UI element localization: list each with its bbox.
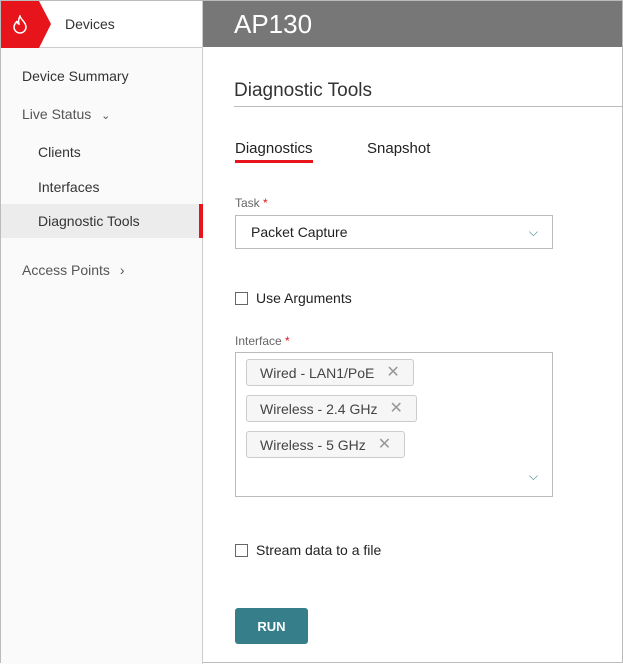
sidebar-brand[interactable]: Devices (1, 1, 202, 48)
sidebar-item-diagnostic-tools[interactable]: Diagnostic Tools (1, 204, 203, 238)
section-title: Diagnostic Tools (234, 80, 623, 107)
sidebar-item-interfaces[interactable]: Interfaces (1, 170, 203, 204)
stream-data-label: Stream data to a file (256, 542, 382, 558)
task-value: Packet Capture (251, 224, 348, 240)
interface-chip: Wireless - 2.4 GHz ✕ (246, 395, 417, 422)
sidebar-title: Devices (65, 16, 115, 32)
close-icon[interactable]: ✕ (386, 364, 399, 380)
task-label: Task * (235, 196, 268, 210)
chevron-right-icon: › (119, 262, 125, 278)
use-arguments-label: Use Arguments (256, 290, 352, 306)
stream-data-checkbox[interactable]: Stream data to a file (235, 542, 381, 558)
sidebar-item-label: Access Points (22, 262, 110, 278)
task-select[interactable]: Packet Capture ⌵ (235, 215, 553, 249)
flame-logo-icon (1, 1, 51, 48)
chevron-down-icon: ⌵ (528, 225, 538, 239)
checkbox-icon (235, 291, 248, 305)
sidebar-item-device-summary[interactable]: Device Summary (1, 59, 203, 93)
checkbox-icon (235, 543, 248, 557)
chevron-down-icon[interactable]: ⌵ (529, 469, 538, 484)
tab-diagnostics[interactable]: Diagnostics (235, 140, 313, 163)
sidebar-item-label: Live Status (22, 106, 92, 122)
use-arguments-checkbox[interactable]: Use Arguments (235, 290, 352, 306)
run-button[interactable]: RUN (235, 608, 308, 644)
page-title: AP130 (203, 1, 622, 47)
interface-label: Interface * (235, 334, 290, 348)
sidebar: Devices Device Summary Live Status ⌄ Cli… (1, 1, 203, 664)
tab-snapshot[interactable]: Snapshot (367, 140, 430, 157)
close-icon[interactable]: ✕ (378, 436, 391, 452)
interface-chip: Wired - LAN1/PoE ✕ (246, 359, 414, 386)
chevron-down-icon: ⌄ (101, 110, 111, 122)
interface-multiselect[interactable]: Wired - LAN1/PoE ✕ Wireless - 2.4 GHz ✕ Wi… (235, 352, 553, 497)
interface-chip: Wireless - 5 GHz ✕ (246, 431, 406, 458)
close-icon[interactable]: ✕ (389, 400, 402, 416)
sidebar-item-clients[interactable]: Clients (1, 135, 203, 169)
sidebar-item-live-status[interactable]: Live Status ⌄ (1, 97, 203, 131)
sidebar-item-access-points[interactable]: Access Points › (1, 253, 203, 287)
